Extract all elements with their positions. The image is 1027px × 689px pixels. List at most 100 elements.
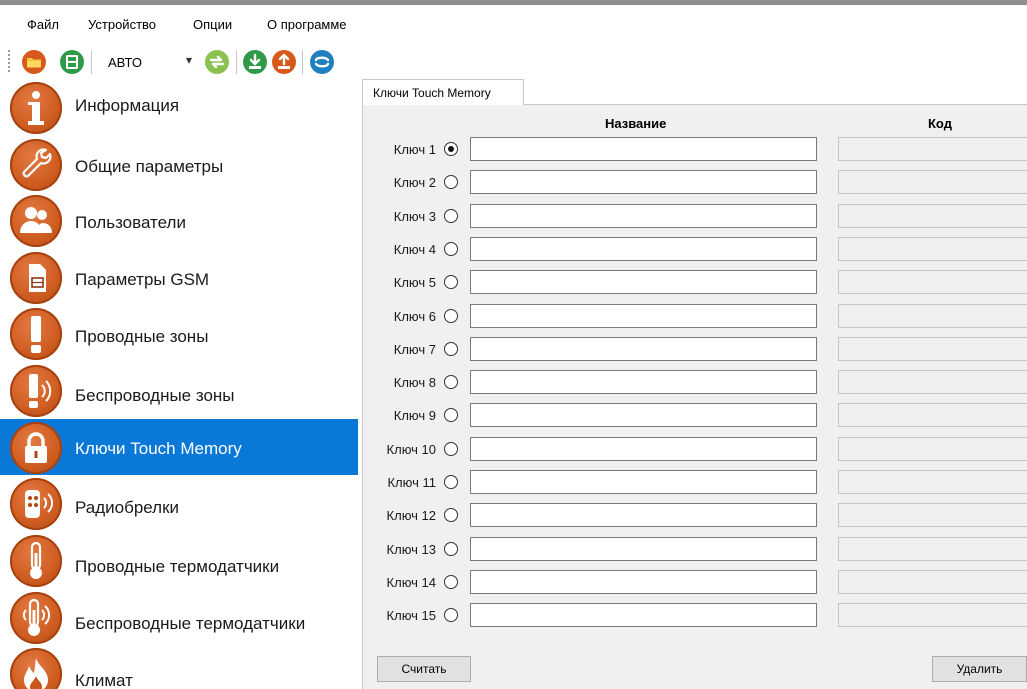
exchange-icon[interactable]	[205, 50, 229, 74]
key-code-field	[838, 270, 1027, 294]
key-label: Ключ 9	[393, 408, 436, 423]
sync-icon[interactable]	[310, 50, 334, 74]
sidebar-item-wireless-zones[interactable]: Беспроводные зоны	[0, 362, 358, 418]
sidebar-item-label: Климат	[75, 671, 133, 689]
chevron-down-icon[interactable]: ▾	[186, 53, 192, 67]
sidebar-item-label: Беспроводные зоны	[75, 386, 235, 405]
sidebar-item-general-settings[interactable]: Общие параметры	[0, 136, 358, 192]
key-radio[interactable]	[444, 175, 458, 189]
tab-touch-memory-keys[interactable]: Ключи Touch Memory	[362, 79, 524, 105]
key-label: Ключ 6	[393, 309, 436, 324]
key-code-field	[838, 503, 1027, 527]
wrench-icon	[10, 139, 62, 191]
sidebar-item-label: Пользователи	[75, 213, 186, 232]
sidebar-item-wireless-thermo[interactable]: Беспроводные термодатчики	[0, 589, 358, 645]
sidebar-item-label: Общие параметры	[75, 157, 224, 176]
key-name-input[interactable]	[470, 304, 817, 328]
mode-select-value: АВТО	[108, 55, 142, 70]
key-name-input[interactable]	[470, 137, 817, 161]
sidebar-item-wired-zones[interactable]: Проводные зоны	[0, 305, 358, 361]
wireless-exclamation-icon	[10, 365, 62, 417]
key-name-input[interactable]	[470, 170, 817, 194]
column-header-code: Код	[928, 116, 952, 131]
key-code-field	[838, 370, 1027, 394]
key-name-input[interactable]	[470, 337, 817, 361]
menu-options[interactable]: Опции	[193, 17, 232, 32]
key-label: Ключ 1	[393, 142, 436, 157]
key-radio[interactable]	[444, 309, 458, 323]
menu-device[interactable]: Устройство	[88, 17, 156, 32]
app-window: Файл Устройство Опции О программе АВТО ▾…	[0, 0, 1027, 689]
key-label: Ключ 3	[393, 209, 436, 224]
toolbar-separator	[91, 50, 92, 74]
key-name-input[interactable]	[470, 570, 817, 594]
wireless-thermometer-icon	[10, 592, 62, 644]
key-radio[interactable]	[444, 242, 458, 256]
sidebar-item-users[interactable]: Пользователи	[0, 192, 358, 248]
read-button[interactable]: Считать	[377, 656, 471, 682]
key-code-field	[838, 137, 1027, 161]
key-code-field	[838, 170, 1027, 194]
key-name-input[interactable]	[470, 537, 817, 561]
sidebar-item-climate[interactable]: Климат	[0, 645, 358, 689]
save-device-icon[interactable]	[60, 50, 84, 74]
sidebar-item-label: Параметры GSM	[75, 270, 210, 289]
key-radio[interactable]	[444, 475, 458, 489]
column-header-name: Название	[605, 116, 667, 131]
open-folder-icon[interactable]	[22, 50, 46, 74]
sidebar-item-label: Информация	[75, 96, 180, 115]
menu-file[interactable]: Файл	[27, 17, 59, 32]
key-code-field	[838, 570, 1027, 594]
info-icon	[10, 82, 62, 134]
toolbar-grip[interactable]	[8, 50, 10, 74]
sidebar-item-label: Ключи Touch Memory	[75, 439, 242, 458]
key-radio[interactable]	[444, 608, 458, 622]
sidebar-item-info[interactable]: Информация	[0, 79, 358, 135]
key-code-field	[838, 437, 1027, 461]
key-name-input[interactable]	[470, 403, 817, 427]
key-radio[interactable]	[444, 408, 458, 422]
key-radio[interactable]	[444, 209, 458, 223]
menu-about[interactable]: О программе	[267, 17, 347, 32]
key-radio[interactable]	[444, 442, 458, 456]
key-label: Ключ 8	[393, 375, 436, 390]
key-radio[interactable]	[444, 508, 458, 522]
key-name-input[interactable]	[470, 503, 817, 527]
sidebar-item-label: Беспроводные термодатчики	[75, 614, 306, 633]
key-radio[interactable]	[444, 542, 458, 556]
key-label: Ключ 5	[393, 275, 436, 290]
key-label: Ключ 7	[393, 342, 436, 357]
key-code-field	[838, 470, 1027, 494]
key-name-input[interactable]	[470, 603, 817, 627]
remote-fob-icon	[10, 478, 62, 530]
lock-icon	[10, 422, 62, 474]
key-radio[interactable]	[444, 142, 458, 156]
key-radio[interactable]	[444, 375, 458, 389]
sidebar-item-label: Проводные зоны	[75, 327, 209, 346]
key-label: Ключ 4	[393, 242, 436, 257]
sidebar-item-radio-fobs[interactable]: Радиобрелки	[0, 475, 358, 531]
toolbar-separator	[302, 50, 303, 74]
sidebar-item-wired-thermo[interactable]: Проводные термодатчики	[0, 532, 358, 588]
key-name-input[interactable]	[470, 370, 817, 394]
key-label: Ключ 10	[386, 442, 436, 457]
key-radio[interactable]	[444, 342, 458, 356]
key-name-input[interactable]	[470, 237, 817, 261]
sidebar-item-label: Проводные термодатчики	[75, 557, 280, 576]
key-name-input[interactable]	[470, 270, 817, 294]
key-radio[interactable]	[444, 275, 458, 289]
key-name-input[interactable]	[470, 204, 817, 228]
toolbar-separator	[236, 50, 237, 74]
mode-select[interactable]: АВТО ▾	[98, 50, 202, 74]
download-icon[interactable]	[243, 50, 267, 74]
delete-button[interactable]: Удалить	[932, 656, 1027, 682]
key-radio[interactable]	[444, 575, 458, 589]
sidebar-item-gsm-settings[interactable]: Параметры GSM	[0, 249, 358, 305]
upload-icon[interactable]	[272, 50, 296, 74]
key-code-field	[838, 237, 1027, 261]
key-label: Ключ 13	[386, 542, 436, 557]
key-name-input[interactable]	[470, 470, 817, 494]
key-name-input[interactable]	[470, 437, 817, 461]
key-code-field	[838, 337, 1027, 361]
sidebar-item-touch-memory-keys[interactable]: Ключи Touch Memory	[0, 419, 358, 475]
